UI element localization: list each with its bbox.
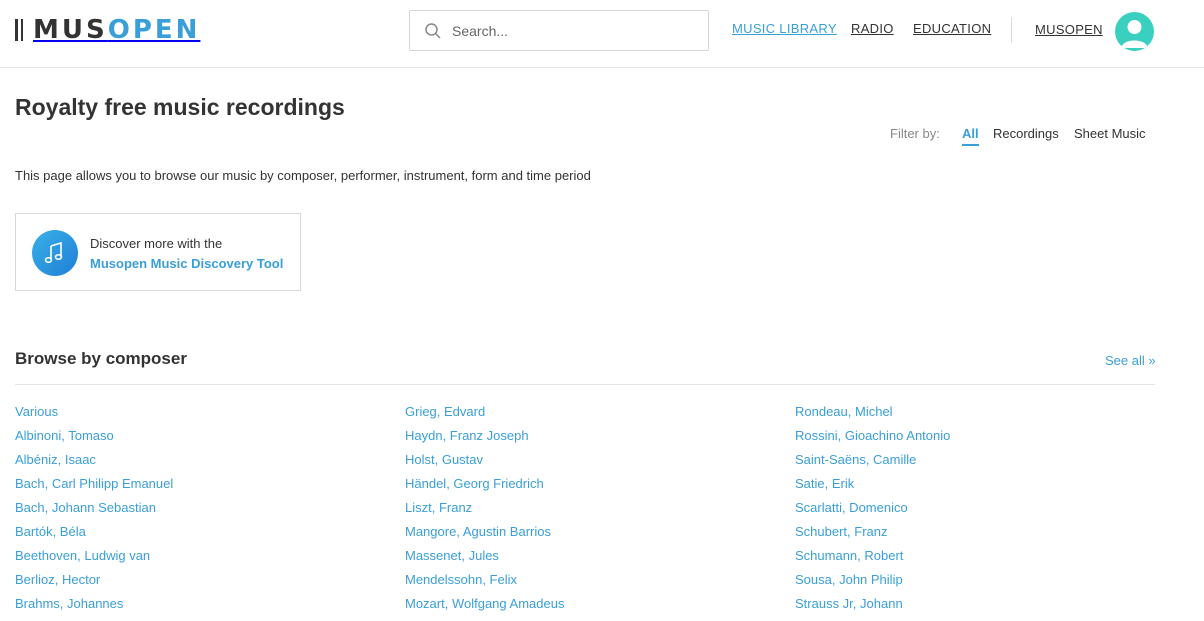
filter-all-tab[interactable]: All <box>962 126 979 146</box>
user-avatar-icon[interactable] <box>1115 12 1154 51</box>
search-input[interactable] <box>450 20 694 42</box>
composer-column-1: Various Albinoni, Tomaso Albéniz, Isaac … <box>15 405 173 621</box>
list-item: Sousa, John Philip <box>795 573 950 597</box>
composer-link[interactable]: Liszt, Franz <box>405 500 472 515</box>
see-all-link[interactable]: See all » <box>1105 353 1156 368</box>
page-description: This page allows you to browse our music… <box>15 168 591 183</box>
discovery-tool-link[interactable]: Musopen Music Discovery Tool <box>90 256 283 271</box>
composer-link[interactable]: Strauss Jr, Johann <box>795 596 903 611</box>
composer-link[interactable]: Mendelssohn, Felix <box>405 572 517 587</box>
list-item: Liszt, Franz <box>405 501 564 525</box>
list-item: Strauss Jr, Johann <box>795 597 950 621</box>
composer-link[interactable]: Berlioz, Hector <box>15 572 100 587</box>
composer-link[interactable]: Brahms, Johannes <box>15 596 123 611</box>
nav-radio[interactable]: RADIO <box>851 21 894 36</box>
nav-education[interactable]: EDUCATION <box>913 21 991 36</box>
search-icon <box>425 23 441 39</box>
list-item: Bach, Johann Sebastian <box>15 501 173 525</box>
composer-link[interactable]: Haydn, Franz Joseph <box>405 428 529 443</box>
composer-column-3: Rondeau, Michel Rossini, Gioachino Anton… <box>795 405 950 621</box>
list-item: Satie, Erik <box>795 477 950 501</box>
list-item: Bach, Carl Philipp Emanuel <box>15 477 173 501</box>
composer-link[interactable]: Beethoven, Ludwig van <box>15 548 150 563</box>
composer-link[interactable]: Bach, Carl Philipp Emanuel <box>15 476 173 491</box>
composer-link[interactable]: Albéniz, Isaac <box>15 452 96 467</box>
composer-link[interactable]: Sousa, John Philip <box>795 572 903 587</box>
composer-link[interactable]: Various <box>15 404 58 419</box>
composer-link[interactable]: Holst, Gustav <box>405 452 483 467</box>
filter-recordings-tab[interactable]: Recordings <box>993 126 1059 141</box>
composer-link[interactable]: Schubert, Franz <box>795 524 888 539</box>
nav-music-library[interactable]: MUSIC LIBRARY <box>732 21 837 36</box>
composer-link[interactable]: Massenet, Jules <box>405 548 499 563</box>
list-item: Albinoni, Tomaso <box>15 429 173 453</box>
discovery-tool-intro: Discover more with the <box>90 236 223 251</box>
site-header: MUSOPEN MUSIC LIBRARY RADIO EDUCATION MU… <box>0 0 1204 68</box>
composer-link[interactable]: Bartók, Béla <box>15 524 86 539</box>
logo-text: MUSOPEN <box>33 15 201 45</box>
composer-link[interactable]: Mangore, Agustin Barrios <box>405 524 551 539</box>
music-note-icon <box>32 230 78 276</box>
composer-link[interactable]: Bach, Johann Sebastian <box>15 500 156 515</box>
list-item: Albéniz, Isaac <box>15 453 173 477</box>
list-item: Händel, Georg Friedrich <box>405 477 564 501</box>
browse-composer-heading: Browse by composer <box>15 349 187 368</box>
list-item: Rossini, Gioachino Antonio <box>795 429 950 453</box>
list-item: Beethoven, Ludwig van <box>15 549 173 573</box>
list-item: Massenet, Jules <box>405 549 564 573</box>
composer-link[interactable]: Schumann, Robert <box>795 548 903 563</box>
list-item: Mendelssohn, Felix <box>405 573 564 597</box>
logo-mark-icon <box>15 19 27 41</box>
composer-link[interactable]: Rondeau, Michel <box>795 404 893 419</box>
composer-link[interactable]: Satie, Erik <box>795 476 854 491</box>
list-item: Saint-Saëns, Camille <box>795 453 950 477</box>
filter-sheet-music-tab[interactable]: Sheet Music <box>1074 126 1146 141</box>
composer-link[interactable]: Mozart, Wolfgang Amadeus <box>405 596 564 611</box>
list-item: Scarlatti, Domenico <box>795 501 950 525</box>
composer-link[interactable]: Albinoni, Tomaso <box>15 428 114 443</box>
composer-link[interactable]: Saint-Saëns, Camille <box>795 452 916 467</box>
list-item: Haydn, Franz Joseph <box>405 429 564 453</box>
list-item: Mangore, Agustin Barrios <box>405 525 564 549</box>
composer-link[interactable]: Grieg, Edvard <box>405 404 485 419</box>
discovery-tool-card[interactable]: Discover more with the Musopen Music Dis… <box>15 213 301 291</box>
list-item: Brahms, Johannes <box>15 597 173 621</box>
list-item: Schumann, Robert <box>795 549 950 573</box>
musopen-logo[interactable]: MUSOPEN <box>15 15 200 45</box>
composer-link[interactable]: Scarlatti, Domenico <box>795 500 908 515</box>
list-item: Mozart, Wolfgang Amadeus <box>405 597 564 621</box>
filter-label: Filter by: <box>890 126 940 141</box>
list-item: Various <box>15 405 173 429</box>
nav-user-menu[interactable]: MUSOPEN <box>1035 22 1103 37</box>
page-title: Royalty free music recordings <box>15 94 345 120</box>
nav-divider <box>1011 17 1012 43</box>
list-item: Holst, Gustav <box>405 453 564 477</box>
list-item: Berlioz, Hector <box>15 573 173 597</box>
composer-link[interactable]: Rossini, Gioachino Antonio <box>795 428 950 443</box>
section-divider <box>15 384 1155 385</box>
list-item: Schubert, Franz <box>795 525 950 549</box>
composer-link[interactable]: Händel, Georg Friedrich <box>405 476 544 491</box>
list-item: Rondeau, Michel <box>795 405 950 429</box>
list-item: Grieg, Edvard <box>405 405 564 429</box>
composer-column-2: Grieg, Edvard Haydn, Franz Joseph Holst,… <box>405 405 564 621</box>
list-item: Bartók, Béla <box>15 525 173 549</box>
search-box[interactable] <box>409 10 709 51</box>
